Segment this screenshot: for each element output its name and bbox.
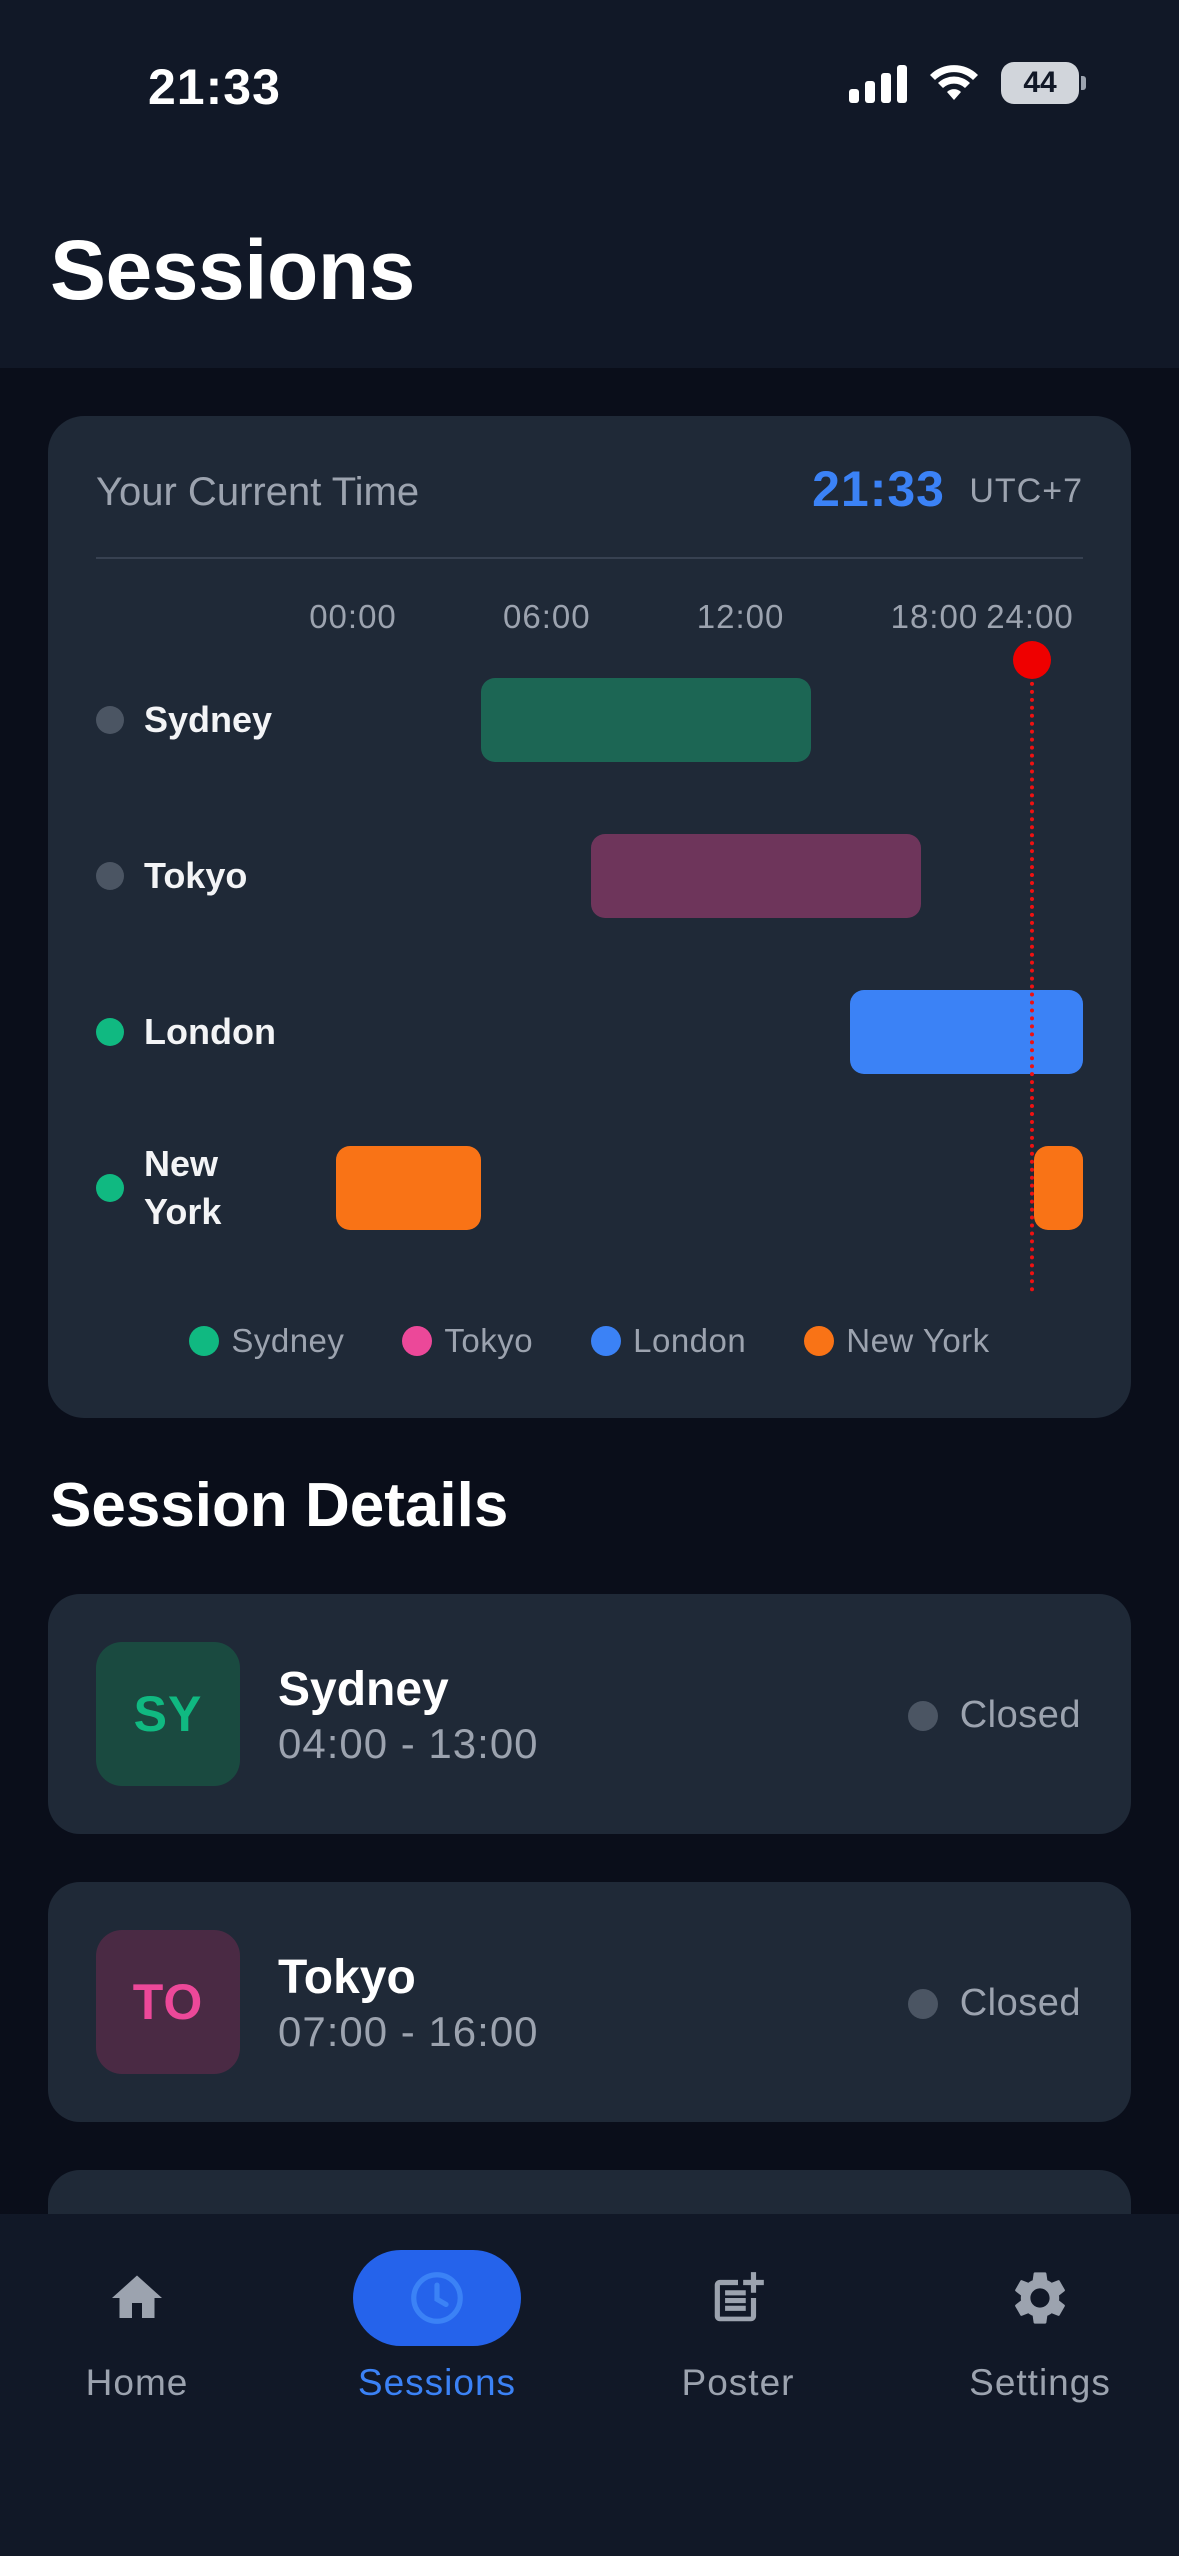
session-name: Tokyo [278, 1951, 416, 2004]
nav-poster[interactable]: Poster [608, 2250, 868, 2404]
legend-label: Tokyo [444, 1322, 534, 1359]
row-label: New York [144, 1143, 222, 1232]
row-label: Sydney [144, 699, 273, 740]
legend-label: New York [846, 1322, 990, 1359]
session-card-tokyo[interactable]: TO Tokyo 07:00 - 16:00 Closed [48, 1882, 1131, 2122]
nav-label: Home [85, 2362, 189, 2403]
divider [96, 557, 1083, 559]
app-header: 21:33 44 Sessions [0, 0, 1179, 368]
session-badge: SY [96, 1642, 240, 1786]
timeline-legend: Sydney Tokyo London New York [48, 1322, 1131, 1360]
legend-swatch [591, 1326, 622, 1356]
current-time-label: Your Current Time [96, 470, 420, 514]
legend-label: London [633, 1322, 747, 1359]
nav-home[interactable]: Home [7, 2250, 267, 2404]
status-bar-icons: 44 [849, 62, 1086, 104]
bottom-navigation: Home Sessions Poster Settings [0, 2214, 1179, 2556]
nav-label: Poster [681, 2362, 795, 2403]
session-bar [336, 1146, 482, 1230]
row-status-dot [96, 1018, 124, 1046]
tick-label: 18:00 [890, 598, 979, 635]
status-dot [907, 1700, 938, 1731]
tick-label: 12:00 [696, 598, 785, 635]
tick-label: 24:00 [986, 598, 1074, 635]
tick-label: 00:00 [309, 598, 397, 635]
status-bar-time: 21:33 [148, 59, 281, 115]
nav-label: Settings [969, 2362, 1111, 2403]
session-bar [481, 678, 811, 762]
legend-swatch [189, 1326, 220, 1356]
row-status-dot [96, 1174, 124, 1202]
wifi-icon [930, 65, 978, 100]
legend-item: Sydney [189, 1322, 344, 1360]
row-status-dot [96, 862, 124, 890]
current-time-value: 21:33 [812, 461, 945, 517]
post-add-icon [714, 2272, 764, 2322]
current-time-line [1030, 658, 1035, 1292]
current-time-marker [1013, 641, 1052, 679]
battery-icon: 44 [1001, 62, 1086, 104]
legend-item: London [591, 1322, 746, 1360]
nav-label: Sessions [357, 2362, 517, 2403]
home-icon [112, 2275, 162, 2318]
gear-icon [1015, 2272, 1065, 2324]
legend-swatch [402, 1326, 433, 1356]
row-status-dot [96, 706, 124, 734]
row-label: London [144, 1011, 276, 1052]
session-card-sydney[interactable]: SY Sydney 04:00 - 13:00 Closed [48, 1594, 1131, 1834]
timezone-label: UTC+7 [969, 472, 1083, 510]
session-status: Closed [907, 1982, 1081, 2025]
session-status: Closed [907, 1694, 1081, 1737]
status-dot [907, 1988, 938, 2019]
cellular-signal-icon [849, 63, 907, 103]
tick-label: 06:00 [503, 598, 591, 635]
status-label: Closed [959, 1982, 1081, 2024]
session-badge: TO [96, 1930, 240, 2074]
legend-item: New York [804, 1322, 989, 1360]
nav-settings[interactable]: Settings [910, 2250, 1170, 2404]
status-label: Closed [959, 1694, 1081, 1736]
session-bar [1033, 1146, 1083, 1230]
nav-sessions[interactable]: Sessions [307, 2250, 567, 2404]
session-bar [849, 990, 1083, 1074]
session-timeline-card: Your Current Time 21:33 UTC+7 Sydney Toky… [48, 416, 1131, 1418]
legend-label: Sydney [231, 1322, 345, 1359]
row-label: Tokyo [144, 855, 248, 896]
session-details-title: Session Details [50, 1471, 509, 1540]
session-bar [591, 834, 921, 918]
session-hours: 07:00 - 16:00 [278, 2008, 539, 2055]
page-title: Sessions [50, 223, 415, 317]
session-hours: 04:00 - 13:00 [278, 1720, 539, 1767]
legend-swatch [804, 1326, 835, 1356]
session-name: Sydney [278, 1663, 449, 1716]
clock-icon [411, 2272, 463, 2324]
legend-item: Tokyo [402, 1322, 533, 1360]
